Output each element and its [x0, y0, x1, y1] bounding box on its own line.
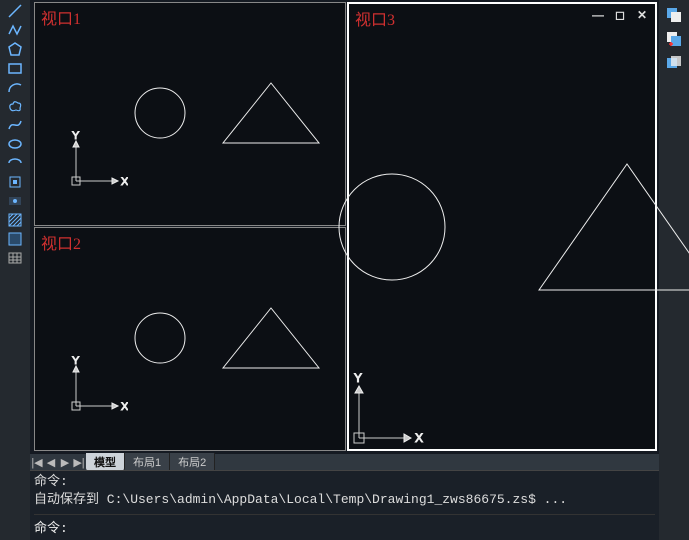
svg-text:Y: Y [354, 371, 362, 385]
tab-layout1[interactable]: 布局1 [125, 453, 170, 471]
tool-table[interactable] [3, 249, 27, 267]
tool-region[interactable] [3, 230, 27, 248]
tool-ellipse[interactable] [3, 135, 27, 153]
left-toolbar [0, 0, 30, 540]
svg-text:X: X [415, 431, 423, 445]
tool-polyline[interactable] [3, 21, 27, 39]
tool-line[interactable] [3, 2, 27, 20]
tool-rectangle[interactable] [3, 59, 27, 77]
maximize-button[interactable]: ◻ [613, 8, 627, 22]
tab-nav-prev[interactable]: ◀ [44, 455, 58, 469]
tool-hatch[interactable] [3, 211, 27, 229]
tool-layer-overlay[interactable] [662, 4, 686, 26]
tool-point[interactable] [3, 192, 27, 210]
viewport-2-label: 视口2 [41, 230, 81, 254]
command-input-row: 命令: [34, 514, 655, 538]
tab-layout2[interactable]: 布局2 [170, 453, 215, 471]
tool-ellipse-arc[interactable] [3, 154, 27, 172]
command-history: 命令: 自动保存到 C:\Users\admin\AppData\Local\T… [34, 473, 655, 512]
tab-model[interactable]: 模型 [86, 453, 125, 471]
tool-arc[interactable] [3, 78, 27, 96]
viewport-3-label: 视口3 [355, 6, 395, 30]
viewport-1[interactable]: 视口1 X Y [34, 2, 346, 226]
svg-text:X: X [121, 401, 128, 413]
tool-polygon[interactable] [3, 40, 27, 58]
tool-revcloud[interactable] [3, 97, 27, 115]
tool-layer-swap[interactable] [662, 28, 686, 50]
command-input[interactable] [72, 519, 655, 534]
minimize-button[interactable]: — [591, 8, 605, 22]
viewport-1-label: 视口1 [41, 5, 81, 29]
tab-nav-first[interactable]: |◀ [30, 455, 44, 469]
command-history-line: 命令: [34, 473, 655, 491]
tool-spline[interactable] [3, 116, 27, 134]
svg-text:Y: Y [72, 356, 80, 367]
close-button[interactable]: ✕ [635, 8, 649, 22]
axis-x-label: X [121, 176, 128, 188]
viewport-2[interactable]: 视口2 X Y [34, 227, 346, 451]
command-history-line: 自动保存到 C:\Users\admin\AppData\Local\Temp\… [34, 491, 655, 509]
tab-nav-next[interactable]: ▶ [58, 455, 72, 469]
tab-nav-last[interactable]: ▶| [72, 455, 86, 469]
tool-block[interactable] [3, 173, 27, 191]
axis-y-label: Y [72, 131, 80, 142]
workspace: 视口1 X Y 视口2 X Y 视口3 — ◻ ✕ [30, 0, 659, 454]
viewport-3[interactable]: 视口3 — ◻ ✕ X Y [347, 2, 657, 451]
command-prompt: 命令: [34, 517, 68, 536]
tool-layer-merge[interactable] [662, 52, 686, 74]
command-panel: 命令: 自动保存到 C:\Users\admin\AppData\Local\T… [30, 470, 659, 540]
layout-tabbar: |◀ ◀ ▶ ▶| 模型 布局1 布局2 [30, 454, 659, 470]
window-controls: — ◻ ✕ [591, 8, 649, 22]
